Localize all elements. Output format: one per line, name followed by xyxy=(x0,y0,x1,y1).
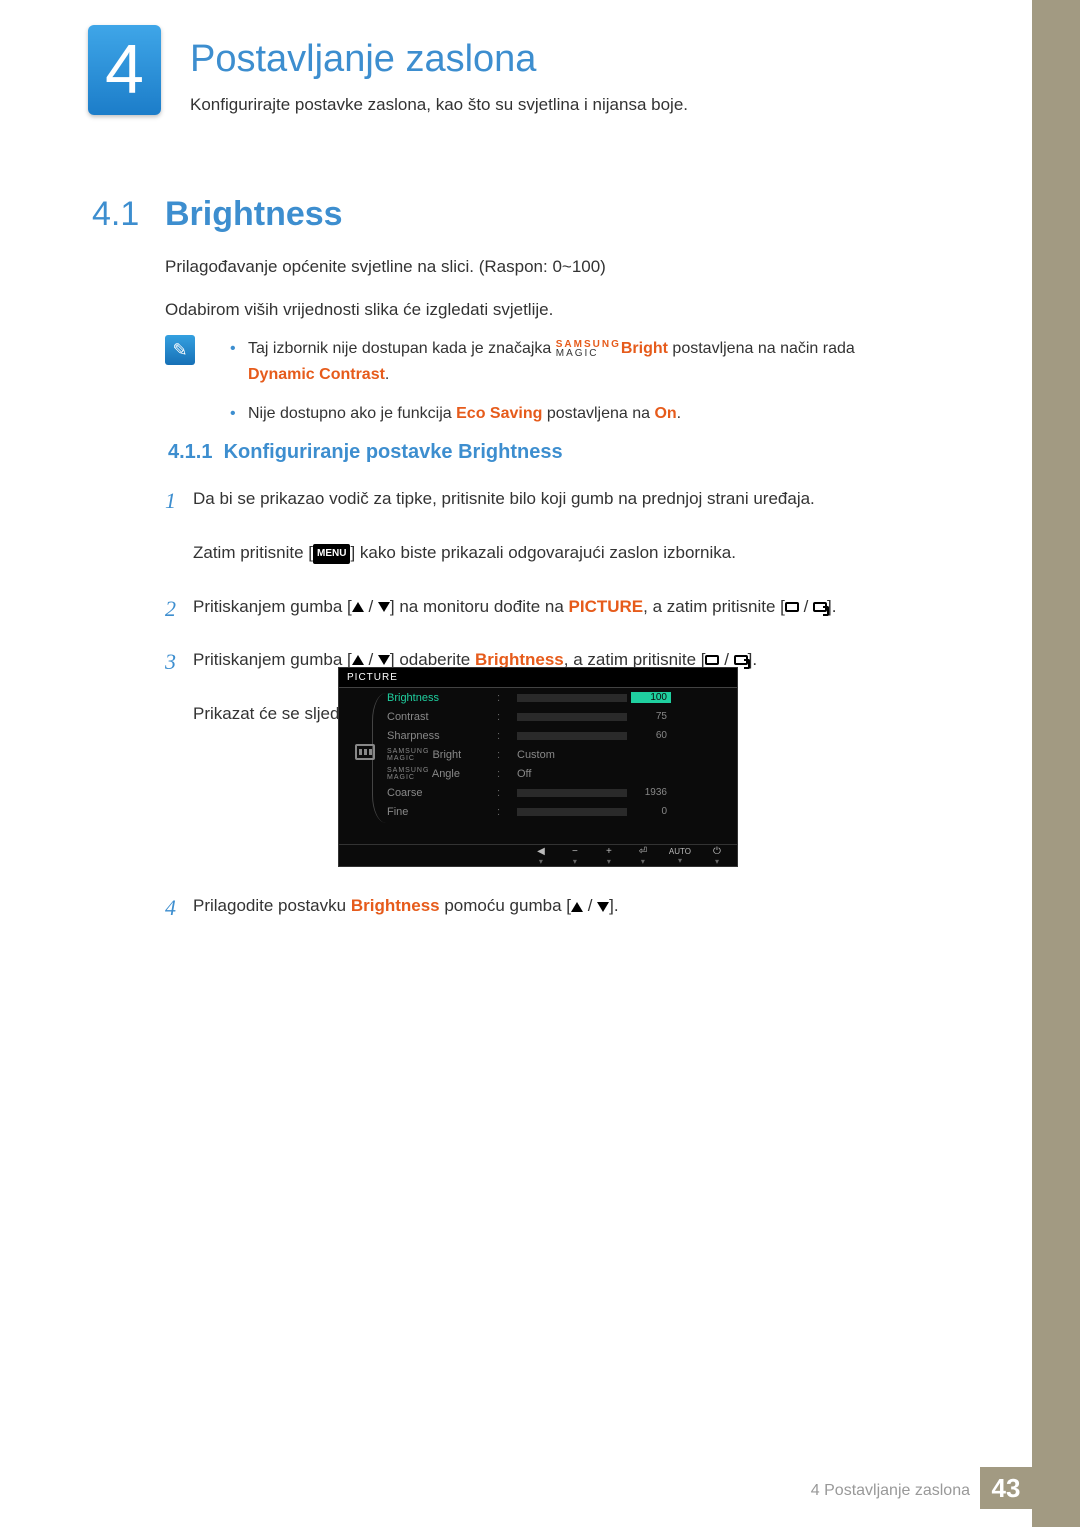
osd-title: PICTURE xyxy=(339,668,737,688)
page-number: 43 xyxy=(980,1467,1032,1509)
osd-text-value: Custom xyxy=(517,749,555,761)
osd-footer-back-icon: ◀▾ xyxy=(533,846,549,865)
step-4-text-b: pomoću gumba [ xyxy=(440,896,571,915)
subsection-heading: 4.1.1 Konfiguriranje postavke Brightness xyxy=(168,441,563,464)
osd-label: Contrast xyxy=(387,711,497,723)
osd-footer-power-icon: ⏻▾ xyxy=(709,846,725,865)
osd-row-coarse: Coarse : 1936 xyxy=(339,783,737,802)
up-arrow-icon xyxy=(571,902,583,912)
note-2-text-e: . xyxy=(677,405,681,422)
section-paragraph-2: Odabirom viših vrijednosti slika će izgl… xyxy=(165,298,950,322)
section-title: Brightness xyxy=(165,195,343,234)
note-1-bright: Bright xyxy=(621,340,668,357)
step-4-text-a: Prilagodite postavku xyxy=(193,896,351,915)
osd-row-sharpness: Sharpness : 60 xyxy=(339,726,737,745)
osd-row-magic-angle: SAMSUNGMAGIC Angle : Off xyxy=(339,764,737,783)
step-1-text-a: Da bi se prikazao vodič za tipke, pritis… xyxy=(193,489,815,508)
enter-icon-2 xyxy=(813,602,827,612)
osd-row-contrast: Contrast : 75 xyxy=(339,707,737,726)
note-item-2: Nije dostupno ako je funkcija Eco Saving… xyxy=(230,401,950,427)
osd-value: 100 xyxy=(631,692,671,703)
menu-button-icon: MENU xyxy=(313,544,350,564)
step-1: 1 Da bi se prikazao vodič za tipke, prit… xyxy=(165,485,950,567)
osd-label: SAMSUNGMAGIC Angle xyxy=(387,767,497,781)
side-accent-bar xyxy=(1032,0,1080,1527)
samsung-magic-label: SAMSUNGMAGIC xyxy=(556,340,621,358)
note-1-text-a: Taj izbornik nije dostupan kada je znača… xyxy=(248,340,556,357)
steps-list-continued: 4 Prilagodite postavku Brightness pomoću… xyxy=(165,892,950,945)
note-1-dynamic-contrast: Dynamic Contrast xyxy=(248,366,385,383)
osd-footer: ◀▾ −▾ +▾ ⏎▾ AUTO▾ ⏻▾ xyxy=(339,844,737,866)
osd-value: 0 xyxy=(627,806,667,817)
subsection-number: 4.1.1 xyxy=(168,441,212,463)
note-1-text-e: . xyxy=(385,366,389,383)
osd-row-brightness: Brightness : 100 xyxy=(339,688,737,707)
osd-footer-enter-icon: ⏎▾ xyxy=(635,846,651,865)
step-2-text-c: , a zatim pritisnite [ xyxy=(643,597,785,616)
note-item-1: Taj izbornik nije dostupan kada je znača… xyxy=(230,336,950,387)
up-arrow-icon xyxy=(352,655,364,665)
osd-footer-minus-icon: −▾ xyxy=(567,846,583,865)
step-4-brightness: Brightness xyxy=(351,896,440,915)
osd-picture-icon xyxy=(355,744,375,760)
osd-preview: PICTURE Brightness : 100 Contrast : 75 S… xyxy=(338,667,738,867)
enter-icon-1 xyxy=(705,655,719,665)
osd-row-fine: Fine : 0 xyxy=(339,802,737,821)
osd-value: 75 xyxy=(627,711,667,722)
osd-text-value: Off xyxy=(517,768,531,780)
note-2-on: On xyxy=(654,405,676,422)
step-1-number: 1 xyxy=(165,483,176,518)
note-icon: ✎ xyxy=(165,335,195,365)
step-4-number: 4 xyxy=(165,890,176,925)
note-2-eco-saving: Eco Saving xyxy=(456,405,542,422)
chapter-description: Konfigurirajte postavke zaslona, kao što… xyxy=(190,95,688,115)
step-4: 4 Prilagodite postavku Brightness pomoću… xyxy=(165,892,950,919)
note-2-text-a: Nije dostupno ako je funkcija xyxy=(248,405,456,422)
chapter-number-badge: 4 xyxy=(88,25,161,115)
section-number: 4.1 xyxy=(92,195,139,234)
step-1-text-b-b: ] kako biste prikazali odgovarajući zasl… xyxy=(350,543,736,562)
up-arrow-icon xyxy=(352,602,364,612)
osd-footer-auto: AUTO▾ xyxy=(669,847,691,864)
step-3-number: 3 xyxy=(165,644,176,679)
osd-label: Coarse xyxy=(387,787,497,799)
note-list: Taj izbornik nije dostupan kada je znača… xyxy=(230,336,950,441)
down-arrow-icon xyxy=(378,655,390,665)
down-arrow-icon xyxy=(597,902,609,912)
step-3-text-c: , a zatim pritisnite [ xyxy=(564,650,706,669)
section-paragraph-1: Prilagođavanje općenite svjetline na sli… xyxy=(165,255,950,279)
step-2: 2 Pritiskanjem gumba [ / ] na monitoru d… xyxy=(165,593,950,620)
osd-row-magic-bright: SAMSUNGMAGIC Bright : Custom xyxy=(339,745,737,764)
enter-icon-2 xyxy=(734,655,748,665)
subsection-title: Konfiguriranje postavke Brightness xyxy=(224,441,563,463)
chapter-title: Postavljanje zaslona xyxy=(190,38,536,81)
osd-value: 1936 xyxy=(627,787,667,798)
note-2-text-c: postavljena na xyxy=(542,405,654,422)
footer-chapter-ref: 4 Postavljanje zaslona xyxy=(811,1482,970,1500)
down-arrow-icon xyxy=(378,602,390,612)
osd-label: SAMSUNGMAGIC Bright xyxy=(387,748,497,762)
osd-label: Sharpness xyxy=(387,730,497,742)
step-3-brightness: Brightness xyxy=(475,650,564,669)
step-4-text-c: ]. xyxy=(609,896,618,915)
step-3-text-b: ] odaberite xyxy=(390,650,475,669)
step-3-text-a: Pritiskanjem gumba [ xyxy=(193,650,352,669)
osd-label: Brightness xyxy=(387,692,497,704)
osd-footer-plus-icon: +▾ xyxy=(601,846,617,865)
osd-value: 60 xyxy=(627,730,667,741)
note-1-text-c: postavljena na način rada xyxy=(668,340,855,357)
step-1-text-b-a: Zatim pritisnite [ xyxy=(193,543,313,562)
step-2-picture: PICTURE xyxy=(569,597,644,616)
osd-label: Fine xyxy=(387,806,497,818)
step-2-number: 2 xyxy=(165,591,176,626)
step-2-text-b: ] na monitoru dođite na xyxy=(390,597,569,616)
step-2-text-a: Pritiskanjem gumba [ xyxy=(193,597,352,616)
enter-icon-1 xyxy=(785,602,799,612)
